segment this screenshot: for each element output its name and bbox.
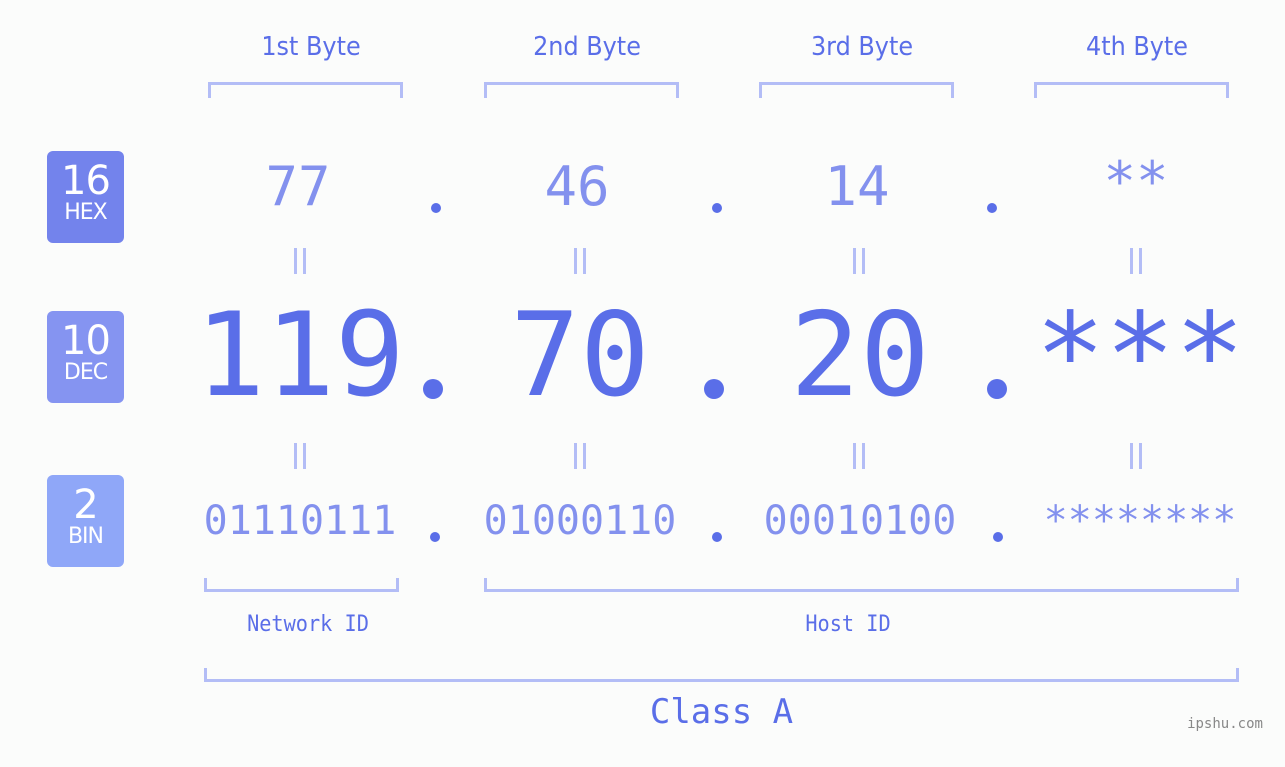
byte-header-3: 3rd Byte <box>810 32 914 62</box>
class-bracket <box>204 668 1239 682</box>
dec-byte-4: *** <box>1035 288 1245 423</box>
hex-badge: 16 HEX <box>47 151 124 243</box>
watermark: ipshu.com <box>1187 716 1263 732</box>
byte-header-2: 2nd Byte <box>533 32 641 62</box>
byte-header-1: 1st Byte <box>261 32 361 62</box>
bin-byte-4: ******** <box>1043 498 1237 544</box>
byte-bracket-4 <box>1034 82 1229 98</box>
hex-byte-2: 46 <box>544 155 610 218</box>
dec-byte-1: 119 <box>195 288 405 423</box>
dec-badge-label: DEC <box>63 360 108 385</box>
equals-icon <box>294 248 306 274</box>
hex-byte-4: ** <box>1103 150 1169 213</box>
dec-badge-base: 10 <box>61 318 111 364</box>
equals-icon <box>853 443 865 469</box>
dec-separator-dot-1 <box>423 379 443 399</box>
hex-separator-dot-2 <box>712 203 722 213</box>
bin-badge-label: BIN <box>67 524 104 549</box>
bin-separator-dot-1 <box>430 532 440 542</box>
host-id-bracket <box>484 578 1239 592</box>
byte-bracket-2 <box>484 82 679 98</box>
hex-badge-label: HEX <box>64 200 108 225</box>
equals-icon <box>1130 443 1142 469</box>
hex-badge-base: 16 <box>61 158 111 204</box>
hex-byte-1: 77 <box>265 155 331 218</box>
hex-byte-3: 14 <box>824 155 890 218</box>
dec-separator-dot-2 <box>704 379 724 399</box>
hex-separator-dot-3 <box>987 203 997 213</box>
bin-byte-3: 00010100 <box>763 498 957 544</box>
bin-badge-base: 2 <box>73 482 98 528</box>
equals-icon <box>853 248 865 274</box>
dec-separator-dot-3 <box>987 379 1007 399</box>
network-id-bracket <box>204 578 399 592</box>
dec-badge: 10 DEC <box>47 311 124 403</box>
host-id-label: Host ID <box>805 612 891 637</box>
bin-separator-dot-2 <box>712 532 722 542</box>
byte-bracket-3 <box>759 82 954 98</box>
bin-separator-dot-3 <box>993 532 1003 542</box>
bin-badge: 2 BIN <box>47 475 124 567</box>
equals-icon <box>1130 248 1142 274</box>
dec-byte-2: 70 <box>510 288 650 423</box>
bin-byte-1: 01110111 <box>203 498 397 544</box>
hex-separator-dot-1 <box>431 203 441 213</box>
equals-icon <box>574 443 586 469</box>
bin-byte-2: 01000110 <box>483 498 677 544</box>
equals-icon <box>574 248 586 274</box>
byte-header-4: 4th Byte <box>1085 32 1189 62</box>
equals-icon <box>294 443 306 469</box>
byte-bracket-1 <box>208 82 403 98</box>
dec-byte-3: 20 <box>790 288 930 423</box>
class-label: Class A <box>649 692 794 732</box>
network-id-label: Network ID <box>247 612 369 637</box>
